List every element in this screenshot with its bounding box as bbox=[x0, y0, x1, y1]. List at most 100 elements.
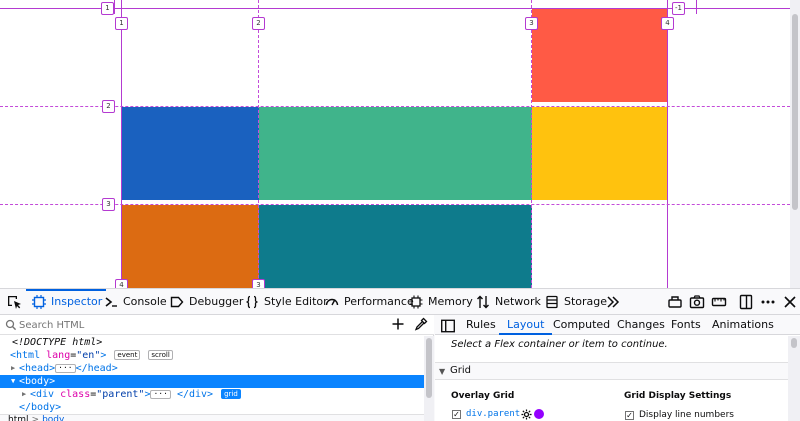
scrollbar-thumb[interactable] bbox=[792, 14, 798, 210]
tab-changes[interactable]: Changes bbox=[617, 315, 665, 334]
tab-fonts[interactable]: Fonts bbox=[671, 315, 701, 334]
grid-cell-teal[interactable] bbox=[259, 205, 532, 288]
body-close-tag: </body> bbox=[19, 402, 62, 413]
collapsed-ellipsis[interactable]: ··· bbox=[55, 364, 76, 373]
html-open-tag: <html bbox=[10, 350, 41, 361]
add-node-icon[interactable] bbox=[391, 317, 405, 331]
page-viewport: 1 -1 1 2 3 4 2 3 4 3 bbox=[0, 0, 790, 288]
search-html-bar bbox=[0, 315, 434, 335]
expand-twisty-icon[interactable]: ▶ bbox=[22, 388, 26, 401]
grid-line-col-3 bbox=[531, 0, 532, 288]
expand-twisty-icon[interactable]: ▶ bbox=[11, 362, 15, 375]
grid-cell-green[interactable] bbox=[259, 107, 532, 200]
scrollbar-thumb[interactable] bbox=[791, 338, 797, 348]
chevron-double-right-icon[interactable] bbox=[605, 294, 621, 310]
grid-display-settings-title: Grid Display Settings bbox=[624, 391, 732, 401]
toggle-sidebar-icon[interactable] bbox=[440, 318, 455, 333]
grid-badge[interactable]: grid bbox=[221, 389, 241, 399]
console-icon bbox=[104, 295, 118, 309]
display-line-numbers-checkbox[interactable]: ✓ bbox=[625, 411, 634, 420]
inspector-icon bbox=[32, 294, 46, 309]
tab-computed[interactable]: Computed bbox=[553, 315, 610, 334]
line-number-col-2: 2 bbox=[252, 17, 265, 30]
doctype-text: <!DOCTYPE html> bbox=[12, 337, 103, 348]
element-picker-icon[interactable] bbox=[6, 294, 22, 310]
breadcrumb-body[interactable]: body bbox=[42, 415, 64, 421]
close-icon[interactable] bbox=[782, 294, 798, 310]
responsive-design-icon[interactable] bbox=[667, 294, 683, 310]
tree-row-div[interactable]: ▶ <div class="parent"> ··· </div> grid bbox=[0, 388, 424, 401]
event-badge[interactable]: event bbox=[114, 350, 141, 360]
tab-performance[interactable]: Performance bbox=[325, 289, 414, 314]
scroll-badge[interactable]: scroll bbox=[148, 350, 173, 360]
grid-section-header[interactable]: ▼ Grid bbox=[435, 362, 788, 380]
grid-settings-gear-icon[interactable] bbox=[521, 409, 532, 420]
breadcrumb-separator: > bbox=[31, 415, 40, 421]
line-number-col-1: 1 bbox=[115, 17, 128, 30]
tab-storage[interactable]: Storage bbox=[545, 289, 607, 314]
div-attr-value: "parent" bbox=[96, 389, 145, 400]
tab-layout[interactable]: Layout bbox=[498, 315, 553, 335]
grid-section-title: Grid bbox=[450, 365, 471, 376]
grid-line-col-4 bbox=[667, 0, 668, 288]
overlay-grid-item-label: div.parent bbox=[466, 409, 521, 419]
div-open-tag: <div bbox=[30, 389, 55, 400]
dock-icon[interactable] bbox=[738, 294, 754, 310]
network-icon bbox=[476, 295, 490, 309]
flex-message: Select a Flex container or item to conti… bbox=[451, 339, 668, 350]
tab-label: Storage bbox=[564, 295, 608, 308]
tab-label: Console bbox=[123, 295, 167, 308]
collapsed-ellipsis[interactable]: ··· bbox=[150, 390, 171, 399]
markup-view: <!DOCTYPE html> <html lang="en"> event s… bbox=[0, 315, 434, 421]
sidebar-scrollbar[interactable] bbox=[788, 336, 800, 421]
tree-row-head[interactable]: ▶ <head> ··· </head> bbox=[0, 362, 424, 375]
grid-cell-blue[interactable] bbox=[122, 107, 259, 200]
tab-label: Memory bbox=[428, 295, 473, 308]
tree-row-body[interactable]: ▼ <body> bbox=[0, 375, 424, 388]
grid-line-row-2 bbox=[0, 106, 790, 107]
tree-row-doctype[interactable]: <!DOCTYPE html> bbox=[0, 336, 424, 349]
search-html-input[interactable] bbox=[19, 317, 379, 333]
tab-memory[interactable]: Memory bbox=[409, 289, 473, 314]
overlay-grid-checkbox[interactable]: ✓ bbox=[452, 410, 461, 419]
scrollbar-thumb[interactable] bbox=[426, 338, 432, 398]
tab-inspector[interactable]: Inspector bbox=[25, 289, 107, 314]
tab-label: Network bbox=[495, 295, 541, 308]
tab-debugger[interactable]: Debugger bbox=[170, 289, 243, 314]
grid-cell-yellow[interactable] bbox=[532, 107, 668, 200]
memory-icon bbox=[409, 295, 423, 309]
line-number-top-right: -1 bbox=[672, 2, 685, 15]
line-number-bottom-col-1: 4 bbox=[115, 279, 128, 288]
head-open-tag: <head> bbox=[19, 363, 56, 374]
more-options-icon[interactable] bbox=[760, 294, 776, 310]
tab-network[interactable]: Network bbox=[476, 289, 541, 314]
breadcrumb: html > body bbox=[0, 414, 424, 421]
devtools-toolbar: Inspector Console Debugger Style Editor … bbox=[0, 289, 800, 315]
viewport-scrollbar[interactable] bbox=[790, 0, 800, 288]
eyedropper-icon[interactable] bbox=[414, 317, 428, 331]
markup-tree: <!DOCTYPE html> <html lang="en"> event s… bbox=[0, 336, 424, 414]
search-icon bbox=[5, 319, 17, 331]
tree-row-html[interactable]: <html lang="en"> event scroll bbox=[0, 349, 424, 362]
line-number-col-4: 4 bbox=[661, 17, 674, 30]
overlay-color-swatch[interactable] bbox=[534, 409, 544, 419]
tree-row-body-close[interactable]: </body> bbox=[0, 401, 424, 414]
collapse-twisty-icon[interactable]: ▼ bbox=[11, 375, 15, 388]
markup-scrollbar[interactable] bbox=[424, 336, 434, 421]
tab-label: Style Editor bbox=[264, 295, 328, 308]
tab-console[interactable]: Console bbox=[104, 289, 167, 314]
breadcrumb-html[interactable]: html bbox=[8, 415, 29, 421]
collapse-caret-icon: ▼ bbox=[439, 367, 446, 376]
style-editor-icon bbox=[245, 295, 259, 309]
rulers-icon[interactable] bbox=[711, 294, 727, 310]
tab-style-editor[interactable]: Style Editor bbox=[245, 289, 328, 314]
grid-cell-orange[interactable] bbox=[122, 205, 259, 288]
grid-line-outer-right bbox=[696, 0, 697, 14]
sidebar-tabs: Rules Layout Computed Changes Fonts Anim… bbox=[435, 315, 800, 335]
tab-rules[interactable]: Rules bbox=[466, 315, 496, 334]
div-close-tag: </div> bbox=[176, 389, 214, 400]
inspector-sidebar: Rules Layout Computed Changes Fonts Anim… bbox=[435, 315, 800, 421]
grid-cell-red[interactable] bbox=[532, 9, 668, 102]
tab-animations[interactable]: Animations bbox=[712, 315, 774, 334]
screenshot-icon[interactable] bbox=[689, 294, 705, 310]
